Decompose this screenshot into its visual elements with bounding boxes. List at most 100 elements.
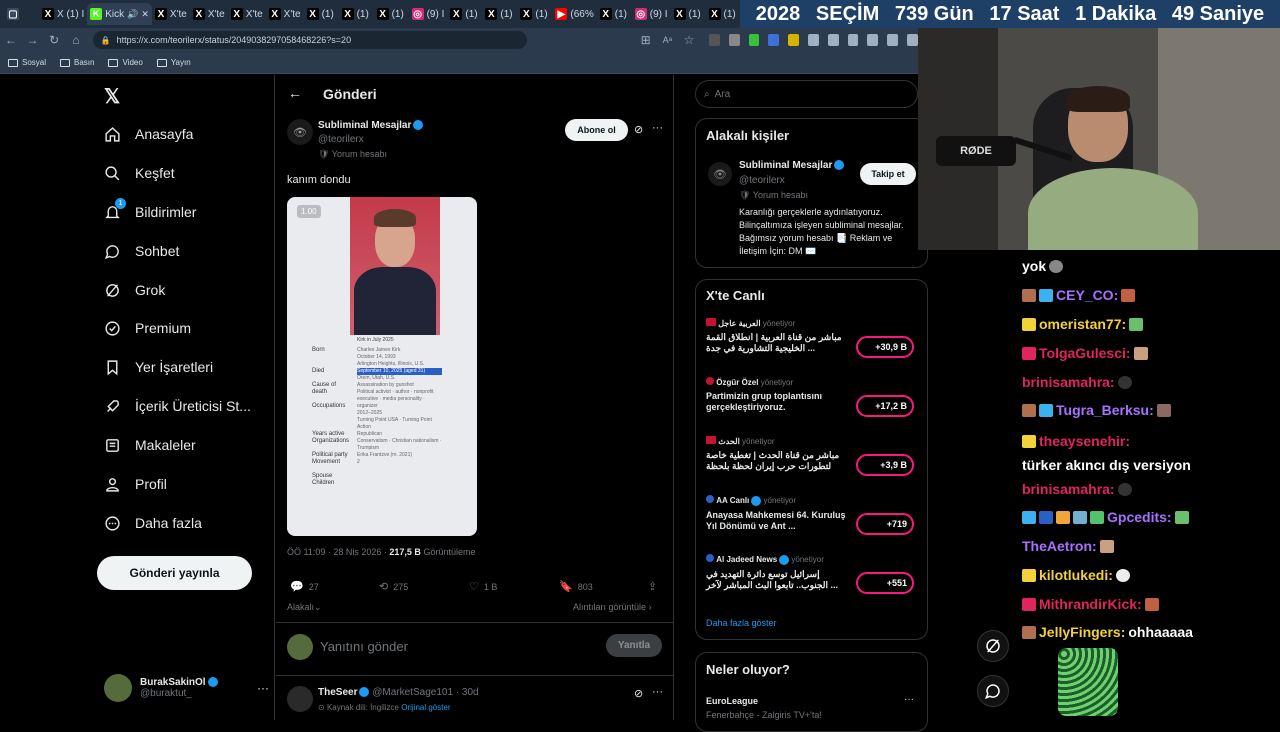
browser-tab[interactable]: X (1) (671, 3, 706, 25)
browser-tab[interactable]: ◎ (9) I (409, 3, 448, 25)
bookmark-folder[interactable]: Video (108, 58, 143, 67)
chat-username[interactable]: Gpcedits: (1107, 509, 1172, 525)
live-item[interactable]: Al Jadeed News yönetiyor إسرائيل توسع دا… (706, 554, 920, 604)
bookmark-folder[interactable]: Basın (60, 58, 94, 67)
reload-icon[interactable]: ↻ (43, 33, 65, 47)
account-switcher[interactable]: BurakSakinOl @buraktut_ ··· (104, 672, 269, 704)
nav-item-creator-studio[interactable]: İçerik Üreticisi St... (103, 391, 251, 421)
browser-tab[interactable]: X (1) (517, 3, 552, 25)
chat-bubble-icon[interactable] (977, 675, 1009, 707)
forward-arrow-icon[interactable]: → (22, 33, 44, 47)
browser-tab[interactable]: XX (1) I (39, 3, 87, 25)
subscribe-button[interactable]: Abone ol (565, 119, 628, 141)
back-arrow-icon[interactable]: ← (288, 85, 302, 101)
chat-username[interactable]: brinisamahra: (1022, 481, 1115, 497)
nav-item-bookmarks[interactable]: Yer İşaretleri (103, 352, 213, 382)
browser-tab[interactable]: X (1) (447, 3, 482, 25)
close-icon[interactable]: ✕ (141, 9, 149, 20)
browser-tab[interactable]: X (1) (482, 3, 517, 25)
like-action[interactable]: ♡ 1 B (469, 580, 497, 593)
sort-dropdown[interactable]: Alakalı⌄ (287, 602, 322, 613)
chat-username[interactable]: Tugra_Berksu: (1056, 402, 1154, 418)
home-icon[interactable]: ⌂ (65, 33, 87, 47)
view-quotes-link[interactable]: Alıntıları görüntüle › (573, 602, 652, 612)
follow-button[interactable]: Takip et (860, 163, 916, 185)
browser-tab[interactable]: X (1) (304, 3, 339, 25)
browser-tab[interactable]: X X'te (152, 3, 190, 25)
reply-input[interactable]: Yanıtını gönder (320, 639, 408, 654)
nav-item-articles[interactable]: Makaleler (103, 430, 196, 460)
x-logo-icon[interactable]: 𝕏 (104, 84, 120, 109)
browser-tab[interactable]: X (1) (706, 3, 741, 25)
speaker-icon[interactable]: 🔊 (127, 9, 138, 20)
live-item[interactable]: AA Canlı yönetiyor Anayasa Mahkemesi 64.… (706, 495, 920, 545)
repost-action[interactable]: ⟲ 275 (379, 580, 408, 593)
show-original-link[interactable]: Orijinal göster (401, 703, 450, 712)
nav-item-chat[interactable]: Sohbet (103, 236, 179, 266)
live-item[interactable]: Özgür Özel yönetiyor Partimizin grup top… (706, 377, 920, 427)
chat-username[interactable]: TolgaGulesci: (1039, 345, 1131, 361)
more-dots-icon[interactable]: ··· (652, 686, 663, 698)
menu-icon[interactable] (907, 34, 918, 46)
bookmark-folder[interactable]: Yayın (156, 58, 191, 67)
grok-icon[interactable]: ⊘ (634, 687, 643, 700)
browser-tab[interactable]: ▶ (66% (552, 3, 596, 25)
grok-icon[interactable]: ⊘ (634, 123, 643, 136)
collections-icon[interactable] (867, 34, 879, 46)
apps-icon[interactable]: ⊞ (635, 33, 657, 47)
read-aloud-icon[interactable]: Aᵃ (657, 35, 679, 45)
favorite-star-icon[interactable]: ☆ (678, 33, 700, 47)
browser-tab[interactable]: X X'te (228, 3, 266, 25)
browser-tab[interactable]: K Kick 🔊 ✕ (87, 3, 152, 25)
chat-username[interactable]: CEY_CO: (1056, 287, 1118, 303)
browser-tab[interactable]: ▢ (4, 3, 39, 25)
more-dots-icon[interactable]: ··· (257, 681, 269, 695)
extension-icon[interactable] (788, 34, 799, 46)
chat-username[interactable]: brinisamahra: (1022, 374, 1115, 390)
translate-icon[interactable] (768, 34, 780, 46)
chat-username[interactable]: TheAetron: (1022, 538, 1097, 554)
grok-icon[interactable] (977, 630, 1009, 662)
share-action[interactable]: ⇪ (648, 580, 657, 593)
live-item[interactable]: العربية عاجل yönetiyor مباشر من قناة الع… (706, 318, 920, 368)
browser-tab[interactable]: X (1) (597, 3, 632, 25)
chat-username[interactable]: JellyFingers: (1039, 624, 1125, 640)
related-name-row[interactable]: Subliminal Mesajlar (739, 160, 845, 171)
nav-item-premium[interactable]: Premium (103, 313, 191, 343)
url-field[interactable]: 🔒 https://x.com/teorilerx/status/2049038… (92, 31, 527, 49)
nav-item-more[interactable]: Daha fazla (103, 508, 202, 538)
author-name-row[interactable]: Subliminal Mesajlar (318, 120, 424, 131)
browser-tab[interactable]: X (1) (374, 3, 409, 25)
extension-icon[interactable] (748, 34, 760, 46)
favorites-icon[interactable] (847, 34, 859, 46)
bookmark-action[interactable]: 🔖 803 (559, 580, 593, 593)
chat-username[interactable]: theaysenehir: (1039, 431, 1130, 452)
post-button[interactable]: Gönderi yayınla (97, 556, 252, 590)
nav-item-home[interactable]: Anasayfa (103, 119, 193, 149)
nav-item-profile[interactable]: Profil (103, 469, 167, 499)
puzzle-icon[interactable] (807, 34, 819, 46)
reply-action[interactable]: 💬 27 (290, 580, 319, 593)
search-input[interactable]: ⌕ Ara (695, 80, 918, 108)
nav-item-explore[interactable]: Keşfet (103, 158, 175, 188)
nav-item-grok[interactable]: Grok (103, 275, 165, 305)
browser-tab[interactable]: X (1) (339, 3, 374, 25)
post-image[interactable]: 1.00 Kirk in July 2025 Born Died Cause o… (287, 197, 477, 536)
related-avatar[interactable]: 👁 (708, 162, 732, 186)
back-arrow-icon[interactable]: ← (0, 33, 22, 47)
chat-username[interactable]: omeristan77: (1039, 316, 1126, 332)
browser-tab[interactable]: X X'te (266, 3, 304, 25)
bookmark-folder[interactable]: Sosyal (8, 58, 46, 67)
chat-username[interactable]: MithrandirKick: (1039, 596, 1142, 612)
extension-icon[interactable] (708, 34, 720, 46)
reply-author-avatar[interactable] (287, 686, 313, 712)
reply-author-row[interactable]: TheSeer @MarketSage101 · 30d (318, 687, 479, 698)
nav-item-notifications[interactable]: 1 Bildirimler (103, 197, 196, 227)
split-screen-icon[interactable] (827, 34, 839, 46)
more-dots-icon[interactable]: ··· (904, 694, 914, 705)
trend-name[interactable]: EuroLeague (706, 696, 758, 706)
chat-username[interactable]: kilotlukedi: (1039, 567, 1113, 583)
reply-button[interactable]: Yanıtla (606, 634, 662, 657)
heart-icon[interactable] (887, 34, 899, 46)
browser-tab[interactable]: X X'te (190, 3, 228, 25)
